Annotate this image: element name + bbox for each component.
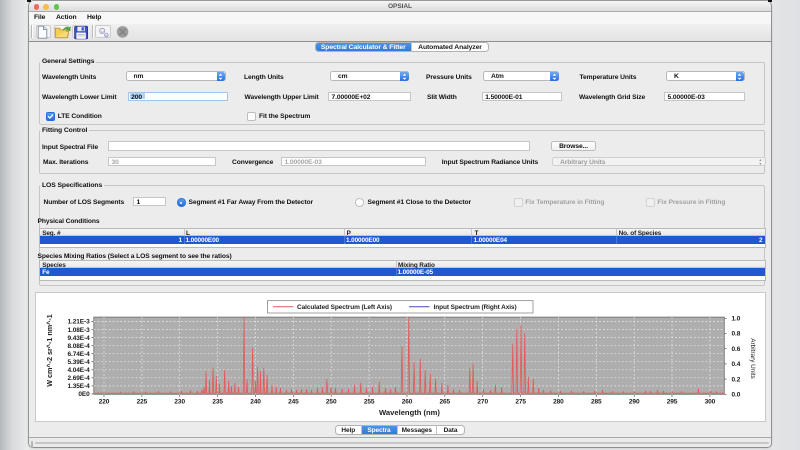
svg-text:0.0: 0.0 (731, 391, 740, 398)
svg-text:0.6: 0.6 (731, 345, 740, 352)
svg-text:285: 285 (591, 398, 602, 405)
svg-text:4.04E-4: 4.04E-4 (67, 367, 90, 374)
svg-text:1.08E-3: 1.08E-3 (67, 326, 90, 333)
svg-text:Wavelength (nm): Wavelength (nm) (379, 407, 440, 416)
svg-text:220: 220 (98, 398, 109, 405)
svg-text:8.08E-4: 8.08E-4 (67, 342, 90, 349)
svg-text:225: 225 (136, 398, 147, 405)
svg-text:6.74E-4: 6.74E-4 (67, 350, 90, 357)
svg-text:255: 255 (363, 398, 374, 405)
svg-text:245: 245 (288, 398, 299, 405)
svg-text:1.21E-3: 1.21E-3 (67, 318, 90, 325)
svg-text:290: 290 (628, 398, 639, 405)
svg-text:1.35E-4: 1.35E-4 (67, 383, 90, 390)
svg-text:270: 270 (477, 398, 488, 405)
svg-text:235: 235 (212, 398, 223, 405)
svg-text:Calculated Spectrum (Left Axis: Calculated Spectrum (Left Axis) (297, 304, 392, 311)
svg-text:295: 295 (666, 398, 677, 405)
svg-text:0.8: 0.8 (731, 330, 740, 337)
svg-text:250: 250 (325, 398, 336, 405)
svg-text:W cm^-2 sr^-1 nm^-1: W cm^-2 sr^-1 nm^-1 (45, 314, 54, 387)
svg-text:2.69E-4: 2.69E-4 (67, 375, 90, 382)
svg-text:0E0: 0E0 (78, 391, 90, 398)
svg-text:240: 240 (250, 398, 261, 405)
svg-text:0.2: 0.2 (731, 376, 740, 383)
svg-text:Input Spectrum (Right Axis): Input Spectrum (Right Axis) (433, 304, 516, 311)
svg-text:1.0: 1.0 (731, 315, 740, 322)
svg-text:230: 230 (174, 398, 185, 405)
svg-text:Arbitrary Units: Arbitrary Units (749, 338, 756, 378)
svg-text:280: 280 (553, 398, 564, 405)
svg-text:9.43E-4: 9.43E-4 (67, 334, 90, 341)
svg-text:0.4: 0.4 (731, 361, 740, 368)
svg-text:265: 265 (439, 398, 450, 405)
svg-text:5.39E-4: 5.39E-4 (67, 358, 90, 365)
svg-text:275: 275 (515, 398, 526, 405)
svg-text:260: 260 (401, 398, 412, 405)
svg-text:300: 300 (704, 398, 715, 405)
